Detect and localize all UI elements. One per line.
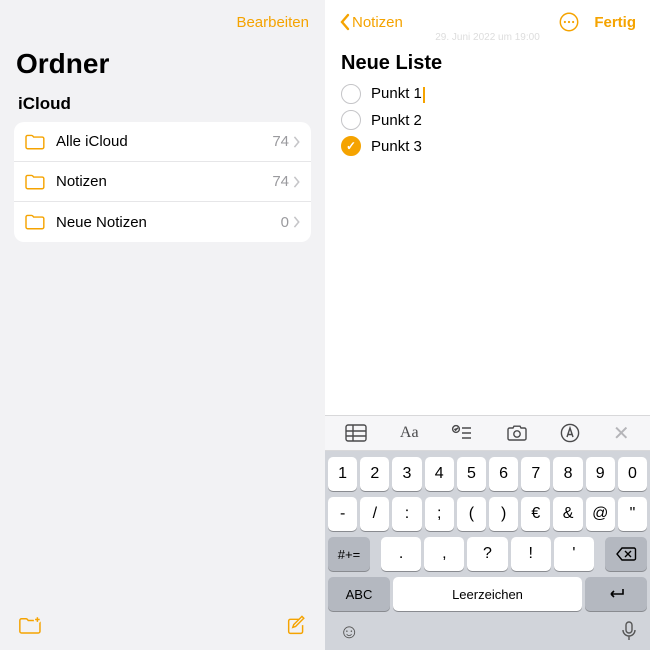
checklist-label: Punkt 3 — [371, 138, 422, 155]
folder-row[interactable]: Neue Notizen 0 — [14, 202, 311, 242]
format-bar: Aa ✕ — [325, 415, 650, 451]
key-€[interactable]: € — [521, 497, 550, 531]
folder-name: Notizen — [56, 173, 272, 190]
key-&[interactable]: & — [553, 497, 582, 531]
keyboard-row-3: #+= .,?!' — [325, 531, 650, 571]
key-1[interactable]: 1 — [328, 457, 357, 491]
edit-button[interactable]: Bearbeiten — [236, 14, 309, 31]
section-header-icloud[interactable]: iCloud — [0, 90, 325, 122]
checkbox-checked-icon[interactable] — [341, 136, 361, 156]
key-:[interactable]: : — [392, 497, 421, 531]
key-![interactable]: ! — [511, 537, 551, 571]
compose-icon[interactable] — [285, 615, 307, 637]
note-title: Neue Liste — [341, 52, 634, 75]
checklist-label: Punkt 1 — [371, 85, 425, 102]
left-toolbar — [0, 602, 325, 650]
done-button[interactable]: Fertig — [594, 14, 636, 31]
text-style-button[interactable]: Aa — [400, 424, 419, 442]
key-'[interactable]: ' — [554, 537, 594, 571]
checkbox-icon[interactable] — [341, 110, 361, 130]
backspace-key[interactable] — [605, 537, 647, 571]
more-icon[interactable] — [558, 11, 580, 33]
folder-count: 74 — [272, 133, 289, 150]
folder-count: 74 — [272, 173, 289, 190]
symbols-key[interactable]: #+= — [328, 537, 370, 571]
checkbox-icon[interactable] — [341, 84, 361, 104]
text-cursor — [423, 87, 425, 103]
key-,[interactable]: , — [424, 537, 464, 571]
keyboard-footer: ☺ — [325, 617, 650, 650]
back-button[interactable]: Notizen — [339, 13, 403, 31]
key-"[interactable]: " — [618, 497, 647, 531]
folder-name: Alle iCloud — [56, 133, 272, 150]
key-8[interactable]: 8 — [553, 457, 582, 491]
folder-row[interactable]: Notizen 74 — [14, 162, 311, 202]
emoji-key[interactable]: ☺ — [339, 621, 359, 644]
folders-pane: Bearbeiten Ordner iCloud Alle iCloud 74 … — [0, 0, 325, 650]
left-navbar: Bearbeiten — [0, 0, 325, 44]
keyboard-row-4: ABC Leerzeichen — [325, 571, 650, 617]
checklist-item[interactable]: Punkt 3 — [341, 133, 634, 159]
key-3[interactable]: 3 — [392, 457, 421, 491]
folder-icon — [24, 173, 46, 191]
key-?[interactable]: ? — [467, 537, 507, 571]
keyboard: Aa ✕ 1234567890 -/:;()€&@" #+= .,?!' ABC… — [325, 415, 650, 650]
key-/[interactable]: / — [360, 497, 389, 531]
chevron-right-icon — [293, 216, 301, 228]
back-label: Notizen — [352, 14, 403, 31]
new-folder-icon[interactable] — [18, 615, 42, 637]
folder-row[interactable]: Alle iCloud 74 — [14, 122, 311, 162]
folder-icon — [24, 133, 46, 151]
abc-key[interactable]: ABC — [328, 577, 390, 611]
close-icon[interactable]: ✕ — [613, 421, 630, 446]
note-timestamp: 29. Juni 2022 um 19:00 — [325, 32, 650, 43]
key-;[interactable]: ; — [425, 497, 454, 531]
key-([interactable]: ( — [457, 497, 486, 531]
key-2[interactable]: 2 — [360, 457, 389, 491]
key-9[interactable]: 9 — [586, 457, 615, 491]
chevron-left-icon — [339, 13, 350, 31]
key-.[interactable]: . — [381, 537, 421, 571]
mic-key[interactable] — [622, 621, 636, 641]
key-5[interactable]: 5 — [457, 457, 486, 491]
page-title: Ordner — [0, 44, 325, 90]
markup-icon[interactable] — [560, 423, 580, 443]
table-icon[interactable] — [345, 424, 367, 442]
key-4[interactable]: 4 — [425, 457, 454, 491]
folder-name: Neue Notizen — [56, 214, 281, 231]
key--[interactable]: - — [328, 497, 357, 531]
key-6[interactable]: 6 — [489, 457, 518, 491]
note-pane: Notizen Fertig 29. Juni 2022 um 19:00 Ne… — [325, 0, 650, 650]
keyboard-row-1: 1234567890 — [325, 451, 650, 491]
folder-icon — [24, 213, 46, 231]
checklist-label: Punkt 2 — [371, 112, 422, 129]
key-@[interactable]: @ — [586, 497, 615, 531]
key-)[interactable]: ) — [489, 497, 518, 531]
folder-list: Alle iCloud 74 Notizen 74 Neue Notizen 0 — [14, 122, 311, 242]
keyboard-row-2: -/:;()€&@" — [325, 491, 650, 531]
space-key[interactable]: Leerzeichen — [393, 577, 582, 611]
checklist-icon[interactable] — [451, 424, 473, 442]
key-7[interactable]: 7 — [521, 457, 550, 491]
folder-count: 0 — [281, 214, 289, 231]
checklist-item[interactable]: Punkt 2 — [341, 107, 634, 133]
chevron-right-icon — [293, 136, 301, 148]
chevron-right-icon — [293, 176, 301, 188]
key-0[interactable]: 0 — [618, 457, 647, 491]
return-key[interactable] — [585, 577, 647, 611]
camera-icon[interactable] — [506, 424, 528, 442]
checklist-item[interactable]: Punkt 1 — [341, 81, 634, 107]
